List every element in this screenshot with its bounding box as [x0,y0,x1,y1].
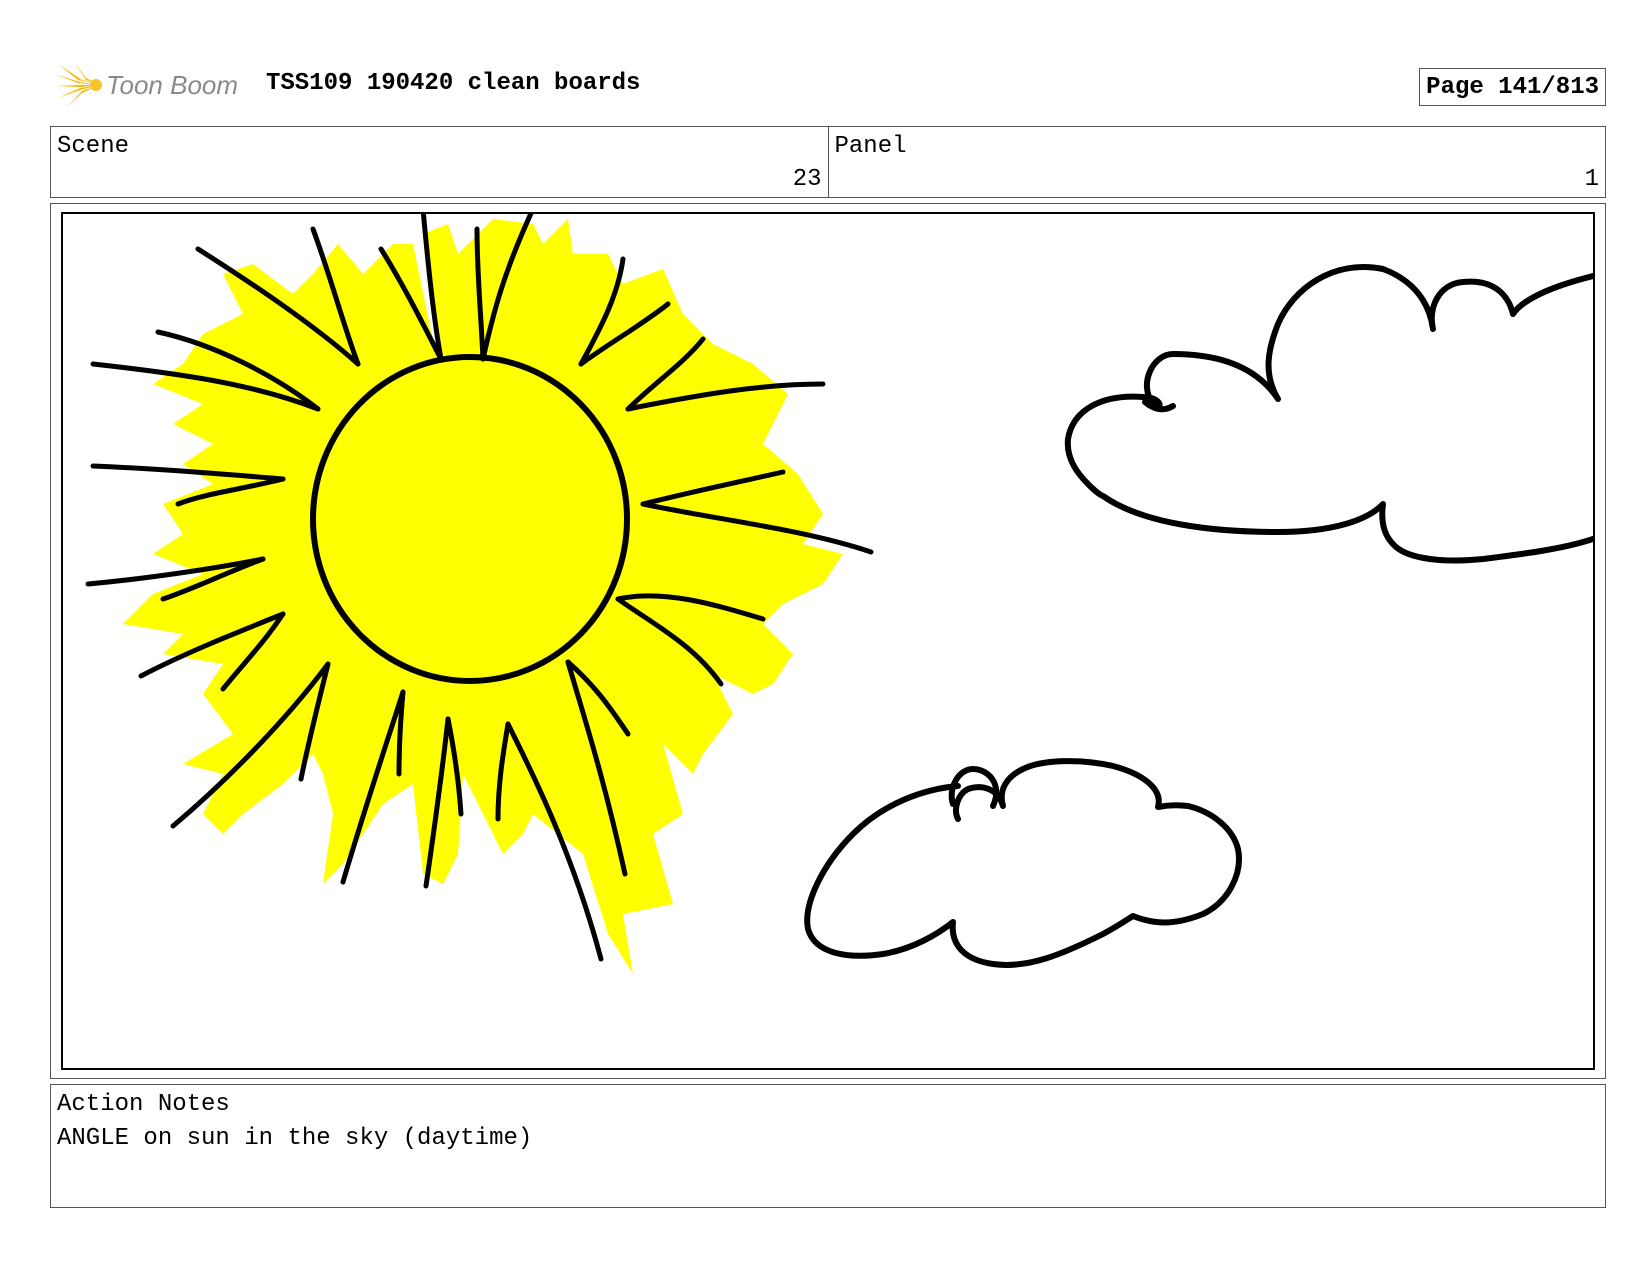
scene-panel-row: Scene 23 Panel 1 [50,126,1606,198]
panel-number: 1 [1584,166,1599,193]
panel-label: Panel [834,133,907,160]
scene-cell: Scene 23 [51,127,828,197]
page-indicator: Page 141/813 [1419,68,1606,106]
panel-frame [50,203,1606,1079]
scene-number: 23 [792,166,822,193]
sun-disc [310,354,630,684]
cloud-drawing [1064,264,1593,564]
action-notes-text: ANGLE on sun in the sky (daytime) [57,1125,533,1152]
sun-drawing [85,214,874,974]
toon-boom-logo: Toon Boom [52,58,238,112]
starburst-icon [54,62,102,108]
panel-drawing [61,212,1595,1070]
action-notes: Action Notes ANGLE on sun in the sky (da… [50,1084,1606,1208]
logo-text: Toon Boom [106,69,239,100]
action-notes-label: Action Notes [57,1091,230,1118]
panel-cell: Panel 1 [827,127,1606,197]
cloud-drawing [804,758,1242,968]
document-title: TSS109 190420 clean boards [266,70,641,97]
scene-label: Scene [57,133,130,160]
board-header: Toon Boom TSS109 190420 clean boards Pag… [50,56,1606,114]
storyboard-sketch [85,214,1593,974]
